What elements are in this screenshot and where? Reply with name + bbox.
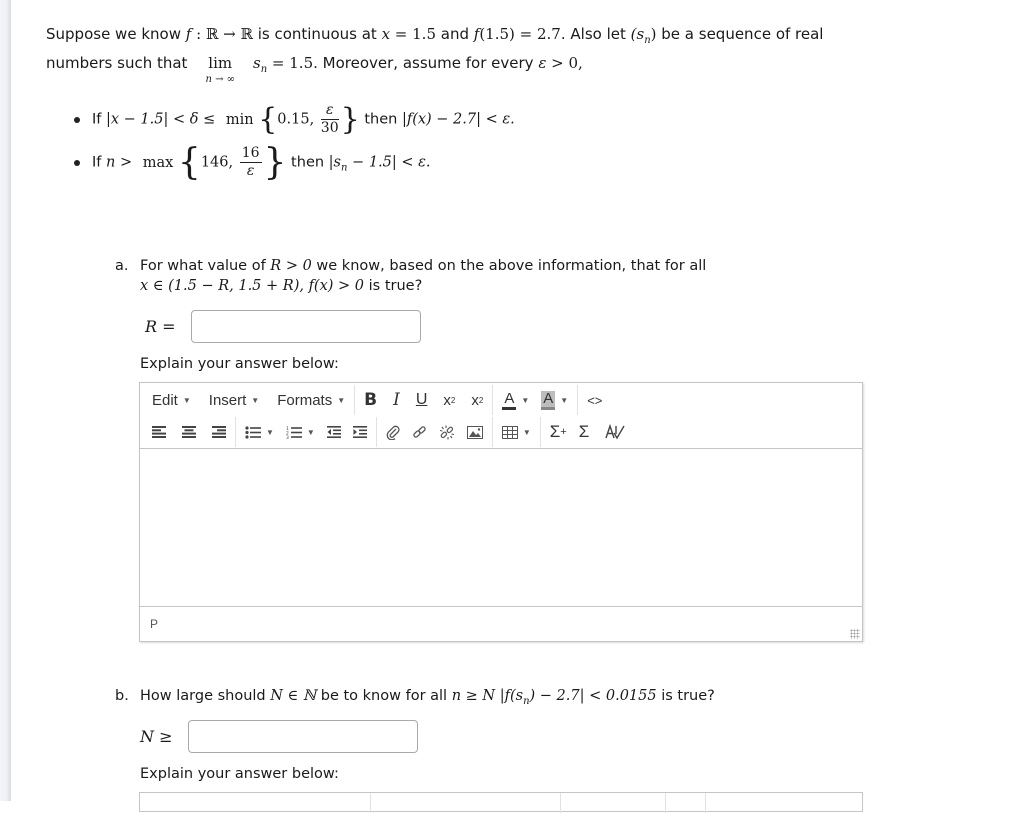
condition-bullet-2: If n > max {146, 16 ε} then |sn − 1.5| < … bbox=[74, 142, 431, 183]
superscript-icon[interactable]: x2 bbox=[465, 387, 489, 413]
bullet-dot bbox=[74, 116, 80, 123]
question-a-line-1: For what value of R > 0 we know, based o… bbox=[140, 258, 707, 274]
toolbar-divider bbox=[491, 417, 493, 447]
question-b-text: How large should N ∈ ℕ be to know for al… bbox=[140, 688, 715, 707]
left-scroll-gutter bbox=[0, 0, 11, 801]
editor-text-area[interactable] bbox=[140, 449, 862, 607]
spellcheck-icon[interactable] bbox=[599, 419, 631, 445]
editor-toolbar-row-1: Edit ▼ Insert ▼ Formats ▼ B I U x2 x2 A ▼ A ▼… bbox=[140, 384, 862, 416]
align-right-icon[interactable] bbox=[206, 419, 232, 445]
italic-icon[interactable]: I bbox=[387, 387, 406, 413]
caret-down-icon: ▼ bbox=[522, 427, 531, 437]
resize-handle-icon[interactable] bbox=[850, 629, 860, 639]
explain-b-label: Explain your answer below: bbox=[140, 766, 339, 782]
svg-text:3: 3 bbox=[286, 435, 289, 439]
text-color-button[interactable]: A ▼ bbox=[496, 387, 535, 413]
link-icon[interactable] bbox=[406, 419, 433, 445]
align-center-icon[interactable] bbox=[176, 419, 202, 445]
fraction-eps-over-30: ε 30 bbox=[320, 102, 339, 136]
toolbar-divider bbox=[375, 417, 377, 447]
answer-a-input[interactable] bbox=[191, 310, 421, 343]
bullet-list-button[interactable]: ▼ bbox=[239, 419, 280, 445]
background-color-icon: A bbox=[541, 390, 556, 410]
caret-down-icon: ▼ bbox=[521, 395, 530, 405]
insert-equation-icon[interactable]: Σ + bbox=[544, 419, 573, 445]
sum-icon[interactable]: Σ bbox=[573, 419, 596, 445]
caret-down-icon: ▼ bbox=[182, 395, 191, 405]
editor-toolbar-row-2: ▼ 123 ▼ ▼ Σ + Σ bbox=[140, 416, 862, 449]
align-left-icon[interactable] bbox=[146, 419, 172, 445]
toolbar-divider bbox=[492, 385, 494, 415]
numbered-list-button[interactable]: 123 ▼ bbox=[280, 419, 321, 445]
toolbar-divider bbox=[235, 417, 236, 447]
editor-statusbar: P bbox=[140, 606, 862, 641]
edit-menu[interactable]: Edit ▼ bbox=[146, 387, 197, 413]
question-a-letter: a. bbox=[115, 258, 129, 274]
condition-bullet-1: If |x − 1.5| < δ ≤ min {0.15, ε 30} then … bbox=[74, 102, 515, 137]
explanation-editor-b[interactable] bbox=[139, 792, 863, 813]
text-color-icon: A bbox=[502, 390, 517, 410]
limit-expression: lim n → ∞ bbox=[205, 54, 235, 85]
toolbar-divider bbox=[577, 385, 579, 415]
bold-icon[interactable]: B bbox=[358, 387, 383, 413]
source-code-icon[interactable]: <> bbox=[581, 387, 608, 413]
bullet-list-icon bbox=[245, 425, 261, 439]
answer-a-label: R = bbox=[145, 317, 176, 336]
insert-menu[interactable]: Insert ▼ bbox=[203, 387, 265, 413]
question-a-line-2: x ∈ (1.5 − R, 1.5 + R), f(x) > 0 is true… bbox=[140, 278, 423, 294]
explain-a-label: Explain your answer below: bbox=[140, 356, 339, 372]
underline-icon[interactable]: U bbox=[410, 387, 434, 413]
numbered-list-icon: 123 bbox=[286, 426, 302, 439]
background-color-button[interactable]: A ▼ bbox=[535, 387, 574, 413]
intro-line-2: numbers such that lim n → ∞ sn = 1.5. Mor… bbox=[46, 54, 583, 85]
unlink-icon[interactable] bbox=[433, 419, 461, 445]
fraction-16-over-eps: 16 ε bbox=[239, 145, 262, 179]
attachment-icon[interactable] bbox=[380, 419, 406, 445]
toolbar-divider bbox=[539, 417, 541, 447]
image-icon[interactable] bbox=[461, 419, 489, 445]
subscript-icon[interactable]: x2 bbox=[437, 387, 461, 413]
toolbar-divider bbox=[354, 385, 356, 415]
table-button[interactable]: ▼ bbox=[496, 419, 537, 445]
caret-down-icon: ▼ bbox=[337, 395, 346, 405]
problem-intro: Suppose we know f : ℝ → ℝ is continuous … bbox=[46, 23, 824, 85]
caret-down-icon: ▼ bbox=[251, 395, 260, 405]
explanation-editor-a: Edit ▼ Insert ▼ Formats ▼ B I U x2 x2 A ▼ A ▼… bbox=[139, 382, 863, 642]
element-path[interactable]: P bbox=[150, 617, 158, 631]
indent-icon[interactable] bbox=[347, 419, 373, 445]
caret-down-icon: ▼ bbox=[560, 395, 569, 405]
answer-b-input[interactable] bbox=[188, 720, 418, 753]
answer-b-label: N ≥ bbox=[140, 727, 173, 746]
caret-down-icon: ▼ bbox=[306, 427, 315, 437]
bullet-dot bbox=[74, 159, 80, 166]
outdent-icon[interactable] bbox=[321, 419, 347, 445]
formats-menu[interactable]: Formats ▼ bbox=[271, 387, 351, 413]
caret-down-icon: ▼ bbox=[266, 427, 274, 437]
question-b-letter: b. bbox=[115, 688, 129, 704]
table-icon bbox=[501, 425, 518, 439]
intro-line-1: Suppose we know f : ℝ → ℝ is continuous … bbox=[46, 25, 824, 46]
